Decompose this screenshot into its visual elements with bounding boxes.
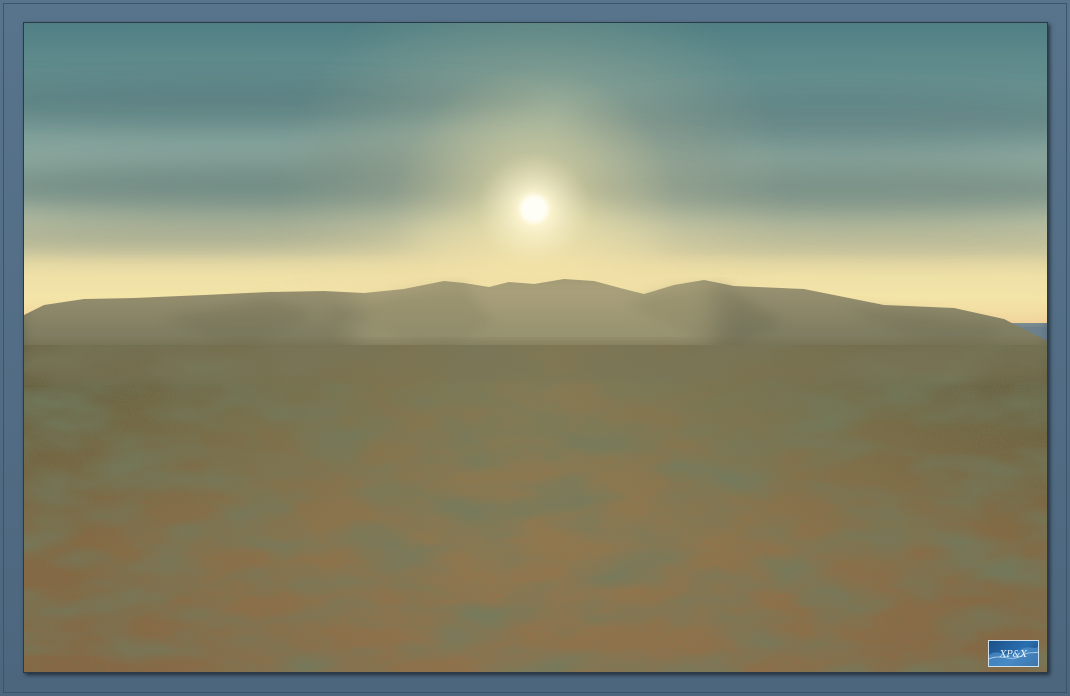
- xpsx-logo-icon: XP&X: [988, 640, 1039, 667]
- logo-text: XP&X: [999, 650, 1027, 660]
- landscape-photo: [23, 22, 1048, 673]
- sun: [520, 195, 548, 223]
- picture-frame: XP&X: [0, 0, 1070, 696]
